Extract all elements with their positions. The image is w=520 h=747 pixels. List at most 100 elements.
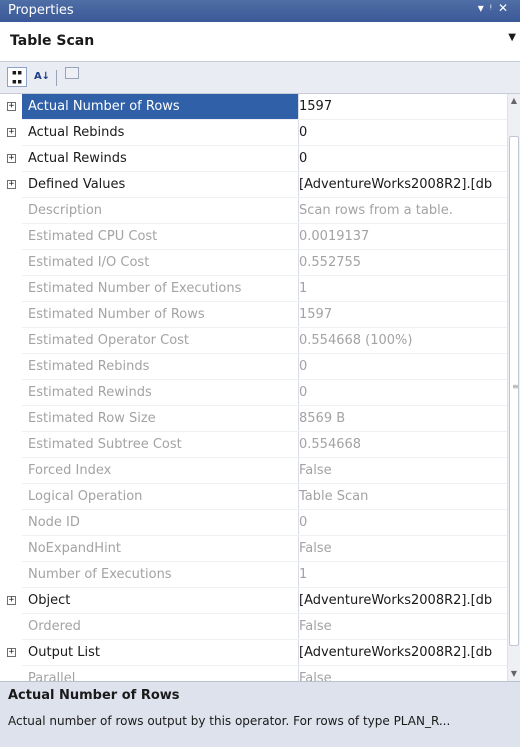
description-title: Actual Number of Rows	[8, 688, 180, 703]
property-row[interactable]: Logical Operation Table Scan	[0, 484, 507, 510]
pin-icon[interactable]: ᵎ	[490, 1, 498, 15]
property-row[interactable]: Estimated Rewinds 0	[0, 380, 507, 406]
row-gutter: +	[0, 640, 22, 666]
expand-icon[interactable]: +	[7, 648, 16, 657]
property-name[interactable]: Defined Values	[22, 172, 299, 198]
window-controls: ▾ᵎ✕	[478, 1, 514, 15]
property-row[interactable]: + Actual Number of Rows 1597	[0, 94, 507, 120]
property-name[interactable]: Ordered	[22, 614, 299, 640]
row-gutter: +	[0, 120, 22, 146]
property-pages-icon[interactable]	[62, 67, 82, 87]
dropdown-icon[interactable]: ▾	[478, 1, 490, 15]
property-name[interactable]: NoExpandHint	[22, 536, 299, 562]
property-name[interactable]: Logical Operation	[22, 484, 299, 510]
expand-icon[interactable]: +	[7, 180, 16, 189]
property-name[interactable]: Actual Number of Rows	[22, 94, 299, 120]
property-name[interactable]: Actual Rebinds	[22, 120, 299, 146]
property-row[interactable]: + Actual Rewinds 0	[0, 146, 507, 172]
property-name[interactable]: Estimated Row Size	[22, 406, 299, 432]
categorized-icon[interactable]: ▪▪ ▪▪	[7, 67, 27, 87]
row-gutter	[0, 562, 22, 588]
property-name[interactable]: Number of Executions	[22, 562, 299, 588]
property-name[interactable]: Parallel	[22, 666, 299, 681]
row-gutter	[0, 536, 22, 562]
property-name[interactable]: Node ID	[22, 510, 299, 536]
expand-icon[interactable]: +	[7, 102, 16, 111]
expand-icon[interactable]: +	[7, 154, 16, 163]
property-row[interactable]: Node ID 0	[0, 510, 507, 536]
property-grid[interactable]: + Actual Number of Rows 1597 + Actual Rebind…	[0, 94, 507, 681]
property-name[interactable]: Estimated Number of Executions	[22, 276, 299, 302]
property-name[interactable]: Output List	[22, 640, 299, 666]
property-row[interactable]: Forced Index False	[0, 458, 507, 484]
property-row[interactable]: + Object [AdventureWorks2008R2].[db	[0, 588, 507, 614]
property-row[interactable]: Estimated Subtree Cost 0.554668	[0, 432, 507, 458]
property-value: 0.0019137	[293, 224, 507, 250]
row-gutter: +	[0, 172, 22, 198]
property-row[interactable]: Estimated Row Size 8569 B	[0, 406, 507, 432]
property-name[interactable]: Estimated I/O Cost	[22, 250, 299, 276]
property-name[interactable]: Estimated CPU Cost	[22, 224, 299, 250]
row-gutter: +	[0, 588, 22, 614]
property-row[interactable]: Estimated CPU Cost 0.0019137	[0, 224, 507, 250]
property-row[interactable]: Estimated Number of Rows 1597	[0, 302, 507, 328]
row-gutter: +	[0, 146, 22, 172]
property-value[interactable]: [AdventureWorks2008R2].[db	[293, 588, 507, 614]
scroll-up-arrow-icon[interactable]: ▲	[508, 94, 520, 108]
property-row[interactable]: Description Scan rows from a table.	[0, 198, 507, 224]
property-name[interactable]: Object	[22, 588, 299, 614]
grip-icon: ≡	[512, 382, 519, 391]
property-value: 0	[293, 380, 507, 406]
row-gutter	[0, 666, 22, 681]
row-gutter	[0, 328, 22, 354]
property-value: 1	[293, 276, 507, 302]
alphabetical-icon[interactable]: A↓	[32, 67, 52, 87]
toolbar-separator	[56, 70, 57, 86]
description-panel: Actual Number of Rows Actual number of r…	[0, 681, 520, 747]
property-row[interactable]: Estimated I/O Cost 0.552755	[0, 250, 507, 276]
row-gutter	[0, 380, 22, 406]
row-gutter	[0, 302, 22, 328]
scroll-down-arrow-icon[interactable]: ▼	[508, 667, 520, 681]
object-selector[interactable]: Table Scan ▼	[0, 22, 520, 62]
property-name[interactable]: Forced Index	[22, 458, 299, 484]
scroll-thumb[interactable]: ≡	[509, 136, 519, 646]
property-name[interactable]: Description	[22, 198, 299, 224]
property-name[interactable]: Estimated Rewinds	[22, 380, 299, 406]
chevron-down-icon[interactable]: ▼	[508, 32, 516, 43]
property-name[interactable]: Estimated Subtree Cost	[22, 432, 299, 458]
close-icon[interactable]: ✕	[498, 1, 514, 15]
property-row[interactable]: Parallel False	[0, 666, 507, 681]
property-name[interactable]: Estimated Number of Rows	[22, 302, 299, 328]
property-value[interactable]: [AdventureWorks2008R2].[db	[293, 640, 507, 666]
property-name[interactable]: Estimated Operator Cost	[22, 328, 299, 354]
expand-icon[interactable]: +	[7, 596, 16, 605]
property-value[interactable]: [AdventureWorks2008R2].[db	[293, 172, 507, 198]
property-value[interactable]: 0	[293, 120, 507, 146]
property-row[interactable]: Ordered False	[0, 614, 507, 640]
properties-title-bar: Properties ▾ᵎ✕	[0, 0, 520, 22]
property-row[interactable]: Estimated Number of Executions 1	[0, 276, 507, 302]
property-value: 0	[293, 510, 507, 536]
window-title: Properties	[8, 3, 74, 18]
property-name[interactable]: Estimated Rebinds	[22, 354, 299, 380]
property-value: 1	[293, 562, 507, 588]
property-value: False	[293, 666, 507, 681]
object-selector-value: Table Scan	[10, 33, 95, 49]
property-value[interactable]: 0	[293, 146, 507, 172]
property-grid-scrollbar[interactable]: ▲ ≡ ▼	[507, 94, 520, 681]
property-row[interactable]: + Defined Values [AdventureWorks2008R2].[d…	[0, 172, 507, 198]
property-row[interactable]: + Output List [AdventureWorks2008R2].[db	[0, 640, 507, 666]
property-row[interactable]: + Actual Rebinds 0	[0, 120, 507, 146]
row-gutter	[0, 458, 22, 484]
property-value: Table Scan	[293, 484, 507, 510]
property-row[interactable]: Estimated Operator Cost 0.554668 (100%)	[0, 328, 507, 354]
description-text: Actual number of rows output by this ope…	[8, 714, 451, 728]
property-row[interactable]: NoExpandHint False	[0, 536, 507, 562]
property-name[interactable]: Actual Rewinds	[22, 146, 299, 172]
property-row[interactable]: Estimated Rebinds 0	[0, 354, 507, 380]
row-gutter	[0, 432, 22, 458]
expand-icon[interactable]: +	[7, 128, 16, 137]
property-row[interactable]: Number of Executions 1	[0, 562, 507, 588]
property-value[interactable]: 1597	[293, 94, 507, 120]
